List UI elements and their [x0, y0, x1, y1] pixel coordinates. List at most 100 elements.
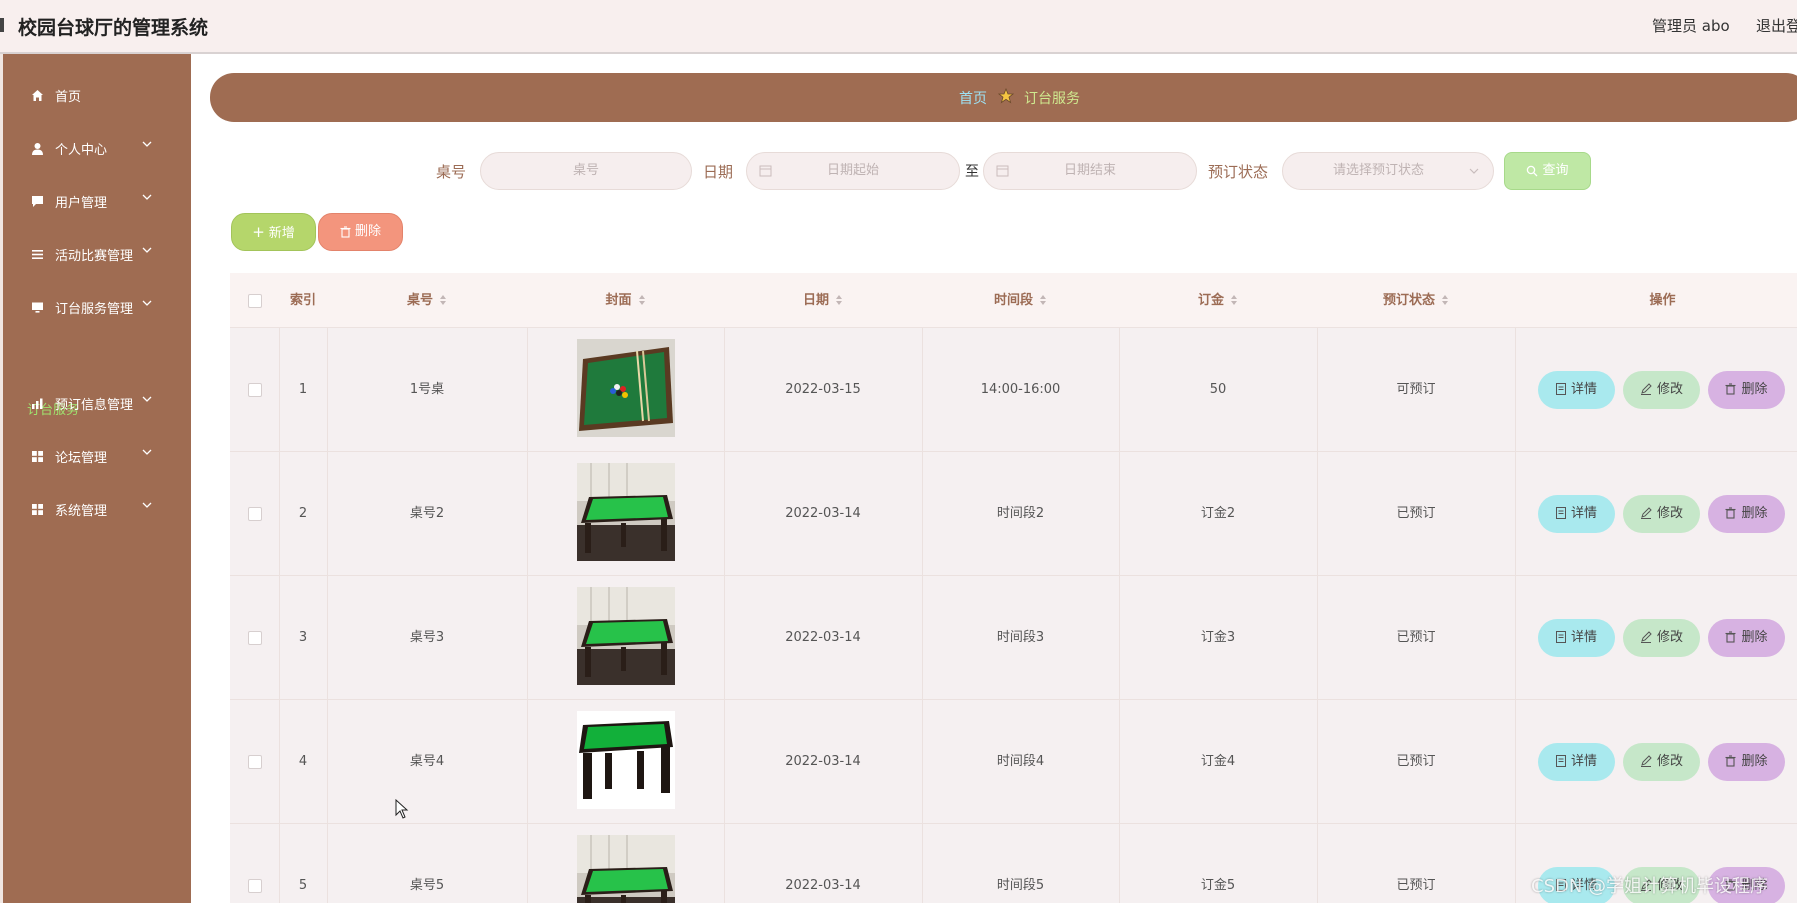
cell-date: 2022-03-15 [785, 382, 861, 397]
sidebar-item-activity-management[interactable]: 活动比赛管理 [3, 237, 191, 271]
cell-date: 2022-03-14 [785, 506, 861, 521]
top-header: 校园台球厅的管理系统 管理员 abo 退出登 [0, 0, 1797, 54]
header-date[interactable]: 日期 [724, 273, 922, 328]
chevron-down-icon [142, 194, 152, 200]
detail-label: 详情 [1570, 754, 1597, 769]
sort-icon[interactable] [1230, 294, 1238, 306]
cell-index: 2 [298, 506, 308, 521]
sidebar-item-home[interactable]: 首页 [3, 78, 191, 112]
cell-table-no: 1号桌 [409, 382, 445, 397]
edit-button[interactable]: 修改 [1623, 371, 1700, 409]
add-button[interactable]: + 新增 [231, 213, 316, 251]
sidebar-item-label: 系统管理 [55, 504, 108, 519]
date-end-placeholder: 日期结束 [1063, 163, 1116, 178]
detail-button[interactable]: 详情 [1538, 619, 1615, 657]
sort-icon[interactable] [1039, 294, 1047, 306]
sort-icon[interactable] [1441, 294, 1449, 306]
table-row: 4 桌号4 2022-03-14 时间段4 订金4 已预订 详情 修改 删除 [230, 700, 1797, 824]
cell-deposit: 订金3 [1200, 630, 1236, 645]
chevron-down-icon [142, 396, 152, 402]
document-icon [1555, 630, 1566, 643]
detail-button[interactable]: 详情 [1538, 371, 1615, 409]
row-delete-button[interactable]: 删除 [1708, 371, 1785, 409]
monitor-icon [30, 300, 44, 314]
query-label: 查询 [1542, 163, 1569, 178]
chevron-down-icon [142, 502, 152, 508]
header-period[interactable]: 时间段 [922, 273, 1119, 328]
date-start-input[interactable]: 日期起始 [746, 152, 960, 190]
cell-period: 时间段5 [996, 878, 1045, 893]
sort-icon[interactable] [835, 294, 843, 306]
table-row: 3 桌号3 2022-03-14 时间段3 订金3 已预订 详情 修改 删除 [230, 576, 1797, 700]
header-status[interactable]: 预订状态 [1317, 273, 1515, 328]
sort-icon[interactable] [439, 294, 447, 306]
pencil-icon [1640, 630, 1652, 643]
status-select[interactable]: 请选择预订状态 [1282, 152, 1494, 190]
table-no-input[interactable]: 桌号 [480, 152, 692, 190]
header-index: 索引 [289, 293, 316, 308]
cell-period: 时间段3 [996, 630, 1045, 645]
row-delete-button[interactable]: 删除 [1708, 619, 1785, 657]
admin-user-label: 管理员 abo [1652, 17, 1730, 35]
select-all-checkbox[interactable] [248, 294, 262, 308]
cell-index: 3 [298, 630, 308, 645]
table-row: 2 桌号2 2022-03-14 时间段2 订金2 已预订 详情 修改 删除 [230, 452, 1797, 576]
sidebar-item-system-management[interactable]: 系统管理 [3, 492, 191, 526]
calendar-icon [996, 165, 1009, 177]
trash-icon [340, 225, 351, 238]
document-icon [1555, 382, 1566, 395]
logo-icon [0, 18, 4, 32]
detail-button[interactable]: 详情 [1538, 743, 1615, 781]
row-delete-button[interactable]: 删除 [1708, 495, 1785, 533]
cell-status: 已预订 [1396, 878, 1436, 893]
cover-image [577, 835, 675, 903]
cell-status: 已预订 [1396, 630, 1436, 645]
row-delete-button[interactable]: 删除 [1708, 743, 1785, 781]
chevron-down-icon [142, 247, 152, 253]
sidebar-item-personal-center[interactable]: 个人中心 [3, 131, 191, 165]
sidebar-item-booking-service-management[interactable]: 订台服务管理 [3, 290, 191, 324]
date-start-placeholder: 日期起始 [826, 163, 879, 178]
header-table-no[interactable]: 桌号 [327, 273, 527, 328]
row-checkbox[interactable] [248, 755, 262, 769]
row-delete-label: 删除 [1741, 382, 1768, 397]
row-checkbox[interactable] [248, 383, 262, 397]
sidebar-item-user-management[interactable]: 用户管理 [3, 184, 191, 218]
cell-index: 5 [298, 878, 308, 893]
list-icon [30, 247, 44, 261]
row-checkbox[interactable] [248, 631, 262, 645]
chevron-down-icon [142, 300, 152, 306]
detail-label: 详情 [1570, 630, 1597, 645]
cell-deposit: 订金4 [1200, 754, 1236, 769]
row-delete-label: 删除 [1741, 754, 1768, 769]
pencil-icon [1640, 382, 1652, 395]
breadcrumb-current: 订台服务 [1024, 91, 1080, 107]
query-button[interactable]: 查询 [1504, 152, 1591, 190]
cell-table-no: 桌号2 [409, 506, 445, 521]
breadcrumb-home-link[interactable]: 首页 [959, 88, 987, 108]
header-deposit[interactable]: 订金 [1119, 273, 1317, 328]
home-icon [30, 88, 44, 102]
logout-link[interactable]: 退出登 [1756, 15, 1797, 36]
row-checkbox[interactable] [248, 507, 262, 521]
cover-image [577, 587, 675, 685]
detail-button[interactable]: 详情 [1538, 495, 1615, 533]
header-cover[interactable]: 封面 [527, 273, 724, 328]
cell-table-no: 桌号3 [409, 630, 445, 645]
batch-delete-button[interactable]: 删除 [318, 213, 403, 251]
status-placeholder: 请选择预订状态 [1333, 163, 1425, 178]
edit-button[interactable]: 修改 [1623, 495, 1700, 533]
user-icon [30, 141, 44, 155]
document-icon [1555, 754, 1566, 767]
sidebar-item-reservation-management[interactable]: 预订信息管理 [3, 386, 191, 420]
row-checkbox[interactable] [248, 879, 262, 893]
date-end-input[interactable]: 日期结束 [983, 152, 1197, 190]
sort-icon[interactable] [638, 294, 646, 306]
chevron-down-icon [1469, 168, 1479, 174]
edit-button[interactable]: 修改 [1623, 619, 1700, 657]
sidebar-item-forum-management[interactable]: 论坛管理 [3, 439, 191, 473]
breadcrumb: 首页 订台服务 [210, 73, 1797, 122]
sidebar-item-label: 活动比赛管理 [55, 249, 134, 264]
edit-button[interactable]: 修改 [1623, 743, 1700, 781]
cell-date: 2022-03-14 [785, 878, 861, 893]
